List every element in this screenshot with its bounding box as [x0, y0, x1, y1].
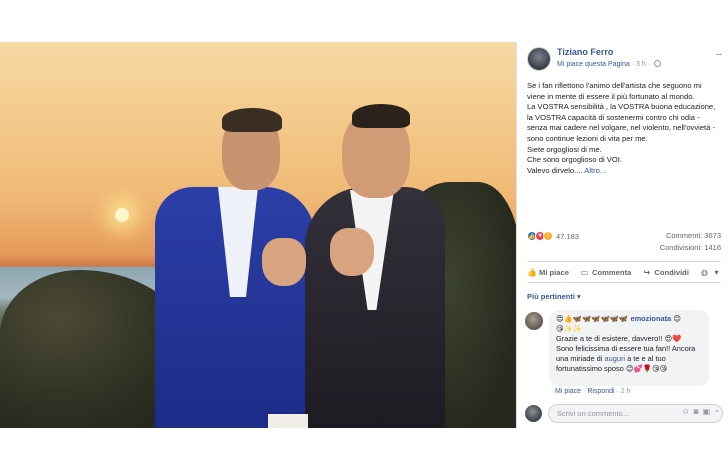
sunset-sun	[115, 208, 129, 222]
emoji: 😍❤️	[664, 334, 682, 343]
emoji: 😊	[673, 314, 681, 323]
camera-icon[interactable]: ◙	[694, 407, 699, 416]
chevron-down-icon: ▾	[714, 267, 719, 277]
reactions-count: 47.183	[556, 231, 579, 241]
post-paragraph: Valevo dirvelo.... Altro...	[527, 166, 721, 177]
hand-left	[262, 238, 306, 286]
like-button[interactable]: 👍 Mi piace	[527, 268, 569, 277]
post-time[interactable]: 3 h	[636, 61, 646, 68]
comment-composer: Scrivi un commento... ☺ ◙ ▣ ◔	[525, 403, 723, 425]
viewer-avatar	[525, 405, 542, 422]
share-button[interactable]: ↪ Condividi	[642, 267, 689, 277]
comment-text: Grazie a te di esistere, davvero!!	[556, 334, 663, 343]
audience-selector[interactable]: ◍ ▾	[700, 268, 721, 277]
post-subline: Mi piace questa Pagina · 3 h ·	[557, 60, 661, 68]
post-panel: Tiziano Ferro Mi piace questa Pagina · 3…	[516, 42, 728, 428]
post-last-line: Valevo dirvelo....	[527, 165, 583, 175]
white-pants	[268, 414, 308, 428]
hashtag-link[interactable]: auguri	[605, 354, 626, 363]
post-header: Tiziano Ferro Mi piace questa Pagina · 3…	[527, 47, 722, 73]
shares-count[interactable]: Condivisioni: 1416	[660, 243, 721, 252]
comment-label: Commenta	[592, 267, 632, 277]
thumbs-up-icon: 👍	[527, 267, 537, 277]
post-stats: 👍 ♥ ! 47.183 Commenti: 3673 Condivisioni…	[527, 231, 721, 261]
emoji: 😊💕🌹😘😘	[625, 364, 668, 373]
comment-like-link[interactable]: Mi piace	[555, 388, 581, 395]
man-right-hair	[352, 104, 410, 128]
comment-sort[interactable]: Più pertinenti ▾	[527, 292, 581, 301]
comment-bubble: 😍👍🦋🦋🦋🦋🦋🦋 emozionata 😊 😘✨✨ Grazie a te di…	[549, 310, 709, 386]
man-left-hair	[222, 108, 282, 132]
comment-button[interactable]: ▭ Commenta	[580, 267, 632, 277]
globe-icon: ◍	[701, 267, 708, 277]
author-avatar[interactable]	[527, 47, 551, 71]
share-label: Condividi	[654, 267, 689, 277]
like-label: Mi piace	[539, 267, 569, 277]
comment-line: Sono felicissima di essere tua fan!! Anc…	[556, 344, 702, 374]
emoji-icon[interactable]: ☺	[682, 407, 690, 416]
emoji-row: 😘✨✨	[556, 324, 583, 333]
like-page-link[interactable]: Mi piace questa Pagina	[557, 61, 630, 68]
post-paragraph: La VOSTRA sensibilità , la VOSTRA buona …	[527, 102, 716, 143]
post-actions: 👍 Mi piace ▭ Commenta ↪ Condividi ◍ ▾	[527, 261, 721, 283]
gif-icon[interactable]: ▣	[703, 407, 711, 416]
comment-text: Sono felicissima di essere tua fan!! Anc…	[556, 344, 696, 363]
reactions-summary[interactable]: 👍 ♥ ! 47.183	[527, 231, 579, 241]
globe-icon	[653, 60, 661, 67]
emoji-string: 😍👍🦋🦋🦋🦋🦋🦋	[556, 314, 631, 323]
speech-bubble-icon: ▭	[580, 267, 589, 277]
post-paragraph: Siete orgogliosi di me.	[527, 144, 602, 154]
comments-count[interactable]: Commenti: 3673	[666, 231, 721, 240]
post-photo[interactable]	[0, 42, 516, 428]
comment-meta: Mi piace · Rispondi · 2 h	[555, 388, 631, 395]
comment-reply-link[interactable]: Rispondi	[587, 388, 614, 395]
composer-icons: ☺ ◙ ▣ ◔	[682, 407, 719, 416]
author-name[interactable]: Tiziano Ferro	[557, 47, 613, 57]
sort-label: Più pertinenti	[527, 292, 575, 301]
commenter-avatar[interactable]	[525, 312, 543, 330]
wow-reaction-icon: !	[543, 231, 553, 241]
share-arrow-icon: ↪	[643, 267, 651, 277]
post-text: Se i fan riflettono l'animo dell'artista…	[527, 81, 721, 176]
hand-right	[330, 228, 374, 276]
chevron-down-icon: ▾	[577, 292, 581, 301]
see-more-link[interactable]: Altro...	[584, 166, 606, 175]
sticker-icon[interactable]: ◔	[714, 407, 719, 416]
commenter-name[interactable]: emozionata	[630, 314, 671, 323]
more-options-icon[interactable]: ...	[716, 47, 722, 58]
post-paragraph: Se i fan riflettono l'animo dell'artista…	[527, 81, 702, 101]
comment-line: Grazie a te di esistere, davvero!! 😍❤️	[556, 334, 702, 344]
post-meta: · 3 h ·	[631, 61, 652, 68]
comment-author-line: 😍👍🦋🦋🦋🦋🦋🦋 emozionata 😊	[556, 314, 702, 324]
comment-time[interactable]: 2 h	[621, 388, 631, 395]
post-paragraph: Che sono orgoglioso di VOI.	[527, 155, 622, 165]
